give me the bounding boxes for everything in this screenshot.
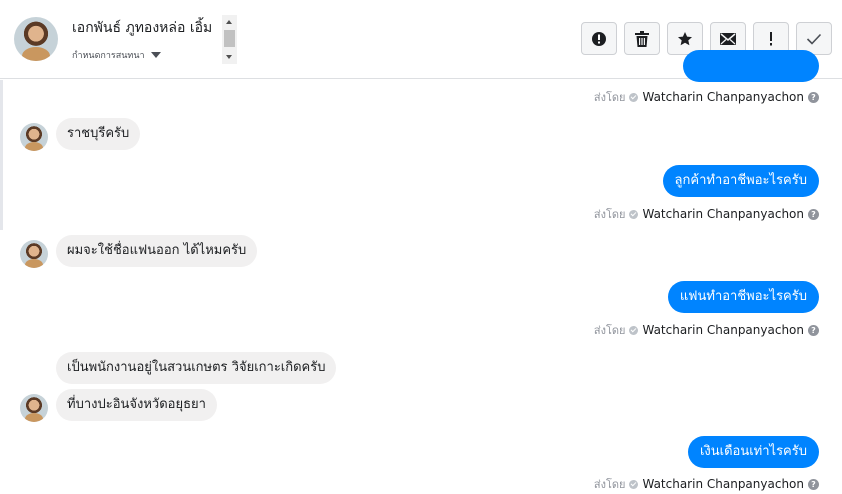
- sent-by-agent[interactable]: Watcharin Chanpanyachon: [642, 323, 804, 337]
- sent-by-line: ส่งโดย Watcharin Chanpanyachon ?: [594, 205, 819, 223]
- chevron-down-icon: [150, 52, 161, 58]
- contact-avatar[interactable]: [14, 17, 58, 61]
- alert-circle-icon: [592, 31, 606, 46]
- message-bubble-incoming: ราชบุรีครับ: [56, 118, 141, 150]
- verified-check-icon: [629, 209, 639, 219]
- sent-by-line: ส่งโดย Watcharin Chanpanyachon ?: [594, 475, 819, 493]
- message-bubble-outgoing: เงินเดือนเท่าไรครับ: [687, 436, 819, 468]
- trash-icon: [635, 30, 649, 47]
- mark-spam-button[interactable]: [581, 22, 617, 55]
- help-icon[interactable]: ?: [808, 91, 819, 103]
- scroll-up-arrow-icon[interactable]: [226, 20, 232, 24]
- scroll-thumb[interactable]: [224, 30, 235, 47]
- sent-by-prefix: ส่งโดย: [593, 91, 626, 104]
- sent-by-agent[interactable]: Watcharin Chanpanyachon: [642, 207, 804, 221]
- sent-by-prefix: ส่งโดย: [593, 478, 626, 491]
- message-list: ส่งโดย Watcharin Chanpanyachon ? ราชบุรี…: [0, 50, 842, 494]
- sent-by-agent[interactable]: Watcharin Chanpanyachon: [642, 477, 804, 491]
- message-bubble-incoming: ที่บางปะอินจังหวัดอยุธยา: [56, 389, 217, 421]
- contact-avatar-small[interactable]: [20, 240, 48, 268]
- sent-by-prefix: ส่งโดย: [593, 208, 626, 221]
- help-icon[interactable]: ?: [808, 478, 819, 490]
- sent-by-agent[interactable]: Watcharin Chanpanyachon: [642, 90, 804, 104]
- check-icon: [806, 33, 822, 45]
- envelope-icon: [720, 32, 736, 45]
- contact-name[interactable]: เอกพันธ์ ภูทองหล่อ เอิ้ม: [72, 17, 212, 39]
- verified-check-icon: [629, 479, 639, 489]
- message-bubble-outgoing-partial: [683, 50, 819, 82]
- header-scrollbar[interactable]: [222, 15, 237, 64]
- contact-avatar-small[interactable]: [20, 123, 48, 151]
- sent-by-prefix: ส่งโดย: [593, 324, 626, 337]
- help-icon[interactable]: ?: [808, 208, 819, 220]
- verified-check-icon: [629, 92, 639, 102]
- message-bubble-incoming: เป็นพนักงานอยู่ในสวนเกษตร วิจัยเกาะเกิดค…: [56, 352, 337, 384]
- conversation-options-label: กำหนดการสนทนา: [72, 51, 145, 61]
- message-bubble-outgoing: แฟนทำอาชีพอะไรครับ: [667, 281, 819, 313]
- sent-by-line: ส่งโดย Watcharin Chanpanyachon ?: [594, 88, 819, 106]
- message-bubble-outgoing: ลูกค้าทำอาชีพอะไรครับ: [662, 165, 819, 197]
- scroll-down-arrow-icon[interactable]: [226, 55, 232, 59]
- message-bubble-incoming: ผมจะใช้ชื่อแฟนออก ได้ไหมครับ: [56, 235, 258, 267]
- contact-avatar-small[interactable]: [20, 394, 48, 422]
- conversation-options-dropdown[interactable]: กำหนดการสนทนา: [72, 48, 161, 62]
- sent-by-line: ส่งโดย Watcharin Chanpanyachon ?: [594, 321, 819, 339]
- delete-button[interactable]: [624, 22, 660, 55]
- star-icon: [678, 31, 692, 45]
- help-icon[interactable]: ?: [808, 324, 819, 336]
- verified-check-icon: [629, 325, 639, 335]
- exclamation-icon: [770, 31, 772, 45]
